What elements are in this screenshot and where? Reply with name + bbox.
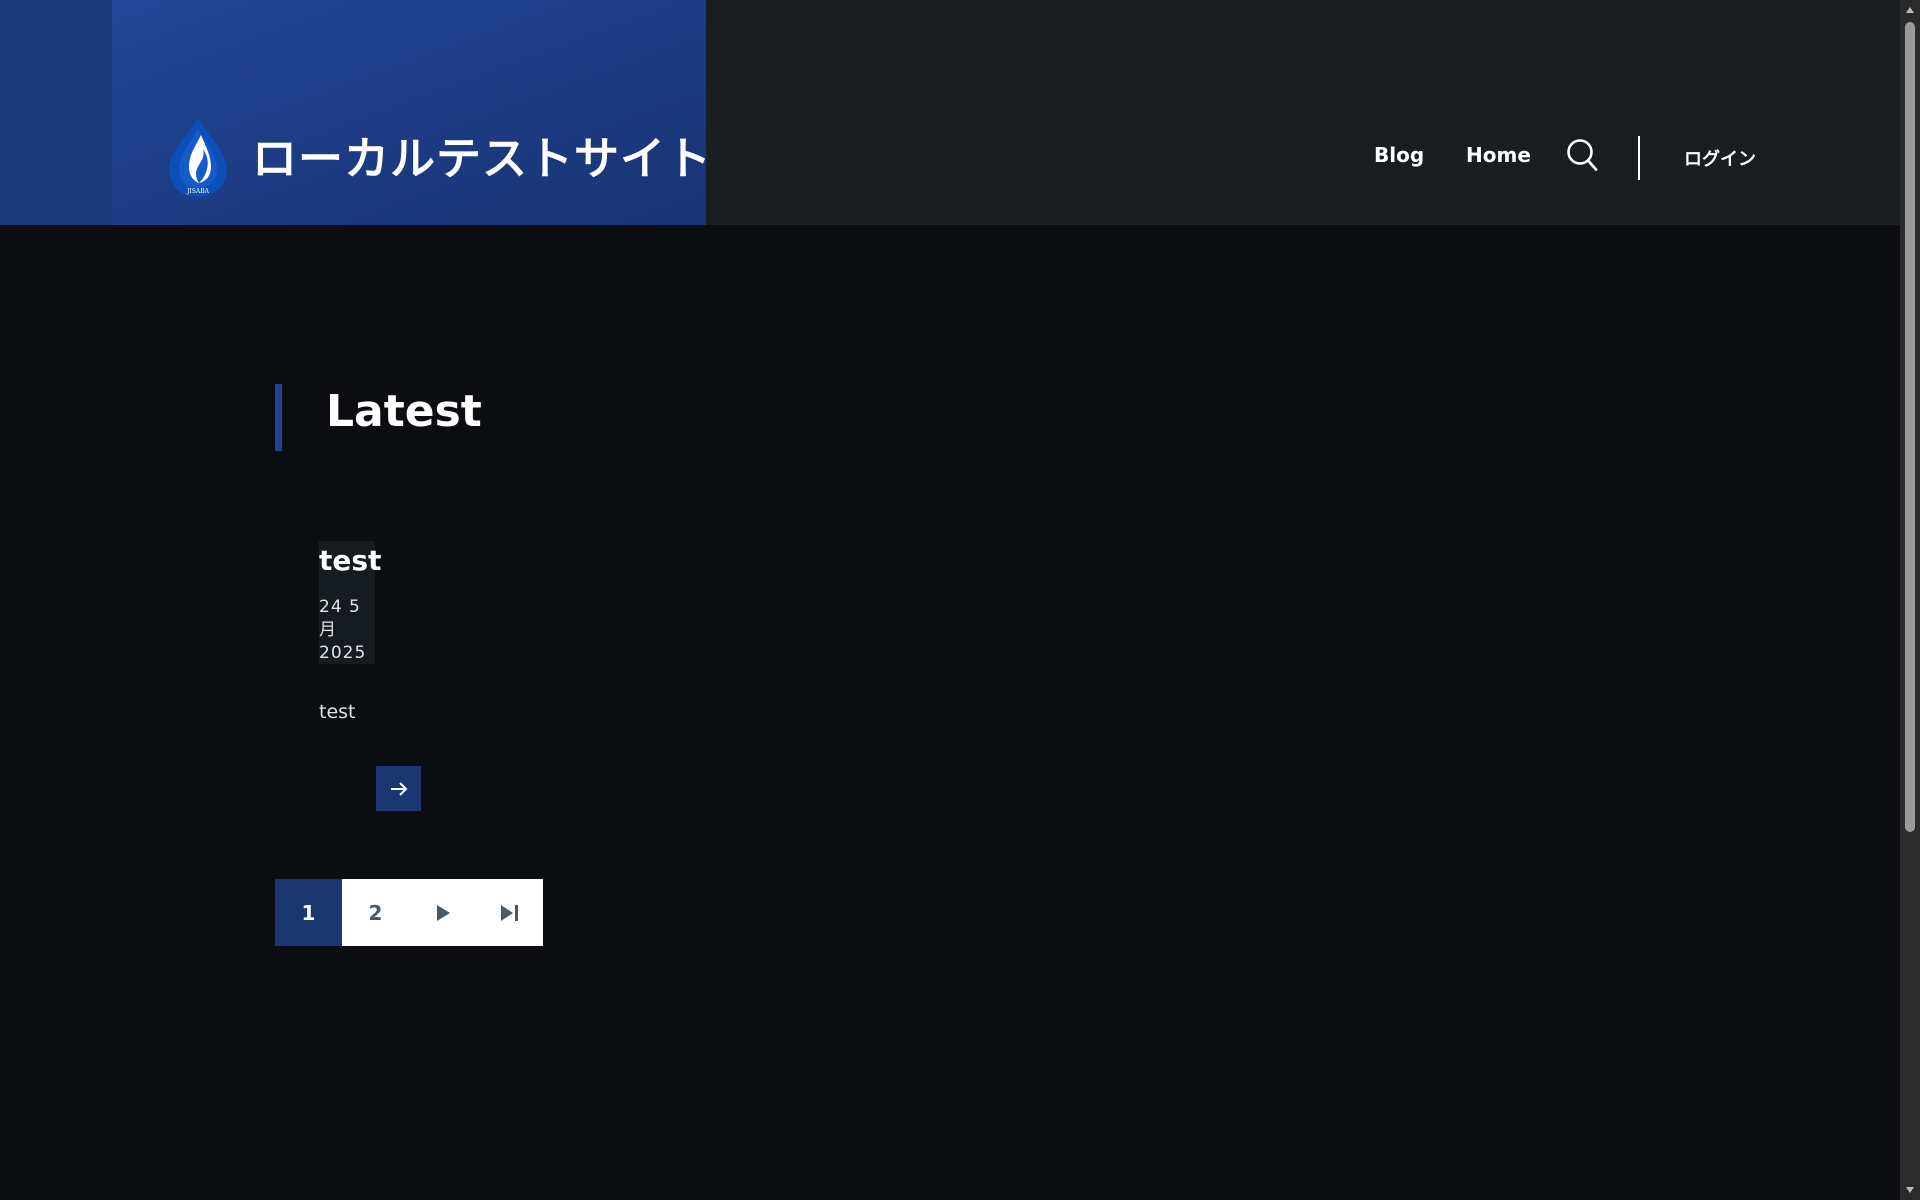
site-header: JISABA ローカルテストサイト Blog Home ログイン bbox=[0, 0, 1900, 225]
next-page-button[interactable] bbox=[409, 879, 476, 946]
scrollbar-thumb[interactable] bbox=[1905, 22, 1915, 832]
scroll-down-arrow[interactable] bbox=[1900, 1180, 1920, 1200]
pagination: 1 2 bbox=[275, 879, 543, 946]
search-icon bbox=[1567, 139, 1598, 171]
brand-block[interactable]: JISABA ローカルテストサイト bbox=[112, 0, 711, 225]
section-accent-bar bbox=[275, 384, 282, 451]
read-more-button[interactable] bbox=[376, 766, 421, 811]
page-1-button[interactable]: 1 bbox=[275, 879, 342, 946]
nav-link-blog[interactable]: Blog bbox=[1374, 143, 1424, 167]
login-link[interactable]: ログイン bbox=[1684, 145, 1756, 171]
vertical-scrollbar[interactable] bbox=[1900, 0, 1920, 1200]
post-title[interactable]: test bbox=[319, 544, 381, 577]
nav-link-home[interactable]: Home bbox=[1466, 143, 1531, 167]
scroll-up-arrow[interactable] bbox=[1900, 0, 1920, 20]
arrow-right-icon bbox=[390, 781, 407, 796]
last-page-button[interactable] bbox=[476, 879, 543, 946]
post-excerpt: test bbox=[319, 701, 356, 723]
header-stripe bbox=[0, 0, 112, 225]
skip-to-end-icon bbox=[500, 904, 518, 921]
page-2-button[interactable]: 2 bbox=[342, 879, 409, 946]
logo-text: JISABA bbox=[186, 188, 210, 195]
flame-drop-logo-icon[interactable]: JISABA bbox=[165, 115, 231, 199]
post-date: 24 5 月 2025 bbox=[319, 597, 367, 663]
search-button[interactable] bbox=[1566, 138, 1598, 172]
play-icon bbox=[436, 904, 450, 921]
triangle-down-icon bbox=[1906, 1187, 1914, 1193]
nav-divider bbox=[1638, 136, 1640, 180]
triangle-up-icon bbox=[1906, 7, 1914, 13]
section-title: Latest bbox=[326, 386, 482, 437]
site-name[interactable]: ローカルテストサイト bbox=[252, 122, 712, 187]
